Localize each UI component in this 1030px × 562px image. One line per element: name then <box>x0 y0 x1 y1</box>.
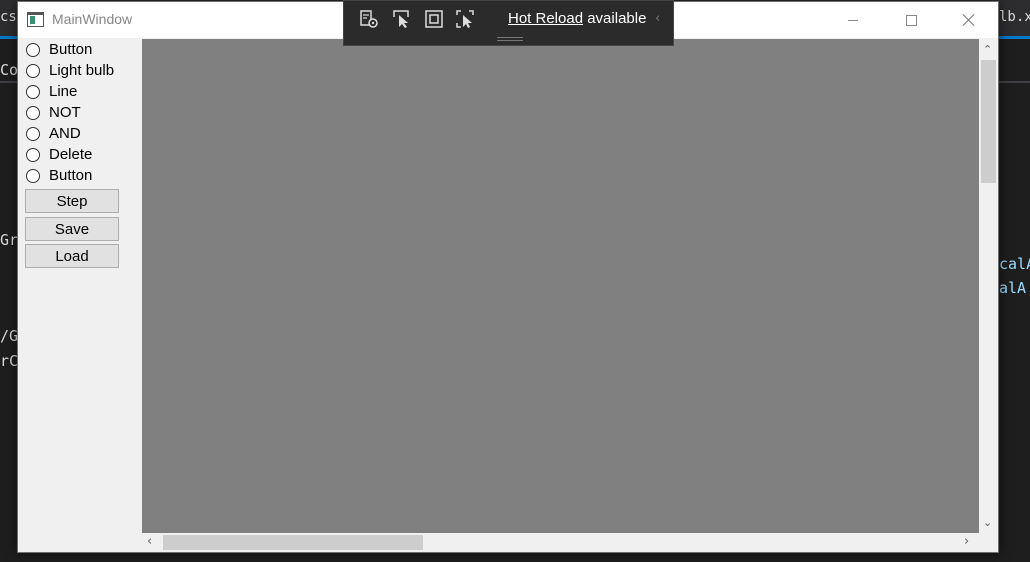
horizontal-scrollbar[interactable]: ‹ › <box>142 533 979 552</box>
radio-line-tool[interactable]: Line <box>26 81 77 102</box>
radio-label: NOT <box>49 104 81 121</box>
hot-reload-toolbar: Hot Reload available ‹ <box>343 0 674 46</box>
collapse-toolbar-icon[interactable]: ‹ <box>655 11 660 26</box>
minimize-icon <box>848 19 858 21</box>
radio-not-tool[interactable]: NOT <box>26 102 81 123</box>
radio-label: Button <box>49 167 93 184</box>
radio-delete-tool[interactable]: Delete <box>26 144 92 165</box>
scroll-down-arrow-icon[interactable]: ⌄ <box>983 517 992 528</box>
vertical-scroll-thumb[interactable] <box>981 60 996 183</box>
radio-light-bulb-tool[interactable]: Light bulb <box>26 60 114 81</box>
ide-divider <box>999 81 1030 83</box>
ide-code-fragment: rC <box>0 352 17 370</box>
ide-code-fragment: /G <box>0 327 17 345</box>
radio-label: Line <box>49 83 78 100</box>
ide-code-fragment: alA <box>999 279 1027 297</box>
scroll-up-arrow-icon[interactable]: ⌃ <box>983 44 992 55</box>
radio-and-tool[interactable]: AND <box>26 123 81 144</box>
ide-tab-underline <box>0 36 17 39</box>
radio-circle[interactable] <box>26 147 40 162</box>
radio-circle[interactable] <box>26 105 40 120</box>
maximize-button[interactable] <box>882 2 940 38</box>
hot-reload-link[interactable]: Hot Reload <box>508 10 583 27</box>
radio-label: Delete <box>49 146 93 163</box>
radio-circle[interactable] <box>26 42 40 57</box>
close-button[interactable] <box>940 2 998 38</box>
ide-code-fragment: Co <box>0 61 17 79</box>
toolbar-grip-handle[interactable] <box>497 37 523 41</box>
scrollbar-corner <box>979 533 998 552</box>
load-button[interactable]: Load <box>25 244 119 268</box>
main-window: MainWindow Button Light bulb Line NOT AN… <box>17 1 999 553</box>
radio-label: Light bulb <box>49 62 115 79</box>
select-element-icon[interactable] <box>392 9 412 29</box>
vertical-scrollbar[interactable]: ⌃ ⌄ <box>979 39 998 533</box>
scroll-left-arrow-icon[interactable]: ‹ <box>147 535 152 548</box>
ide-code-fragment: Gr <box>0 231 17 249</box>
hot-reload-status-text: available <box>587 10 647 27</box>
radio-circle[interactable] <box>26 84 40 99</box>
radio-circle[interactable] <box>26 126 40 141</box>
scroll-right-arrow-icon[interactable]: › <box>964 535 969 548</box>
ide-tab-right: lb.xa <box>999 9 1030 25</box>
radio-circle[interactable] <box>26 168 40 183</box>
hot-reload-status: Hot Reload available <box>508 10 646 27</box>
ide-tab-left: cs <box>0 9 17 25</box>
horizontal-scroll-thumb[interactable] <box>163 535 423 550</box>
save-button[interactable]: Save <box>25 217 119 241</box>
ide-code-fragment: calA <box>999 255 1030 273</box>
tool-panel: Button Light bulb Line NOT AND Delete Bu… <box>18 38 141 552</box>
radio-label: AND <box>49 125 81 142</box>
app-window-icon <box>27 12 44 27</box>
close-icon <box>963 14 975 26</box>
maximize-icon <box>905 14 917 26</box>
radio-circle[interactable] <box>26 63 40 78</box>
radio-button-tool[interactable]: Button <box>26 39 92 60</box>
minimize-button[interactable] <box>824 2 882 38</box>
radio-button-tool-2[interactable]: Button <box>26 165 92 186</box>
track-focused-element-icon[interactable] <box>455 9 475 29</box>
drawing-canvas[interactable] <box>142 39 979 533</box>
step-button[interactable]: Step <box>25 189 119 213</box>
window-title: MainWindow <box>52 11 133 27</box>
display-layout-adorners-icon[interactable] <box>424 9 444 29</box>
ide-tab-underline <box>999 36 1030 39</box>
ide-divider <box>0 81 17 83</box>
radio-label: Button <box>49 41 93 58</box>
live-visual-tree-icon[interactable] <box>359 9 379 29</box>
